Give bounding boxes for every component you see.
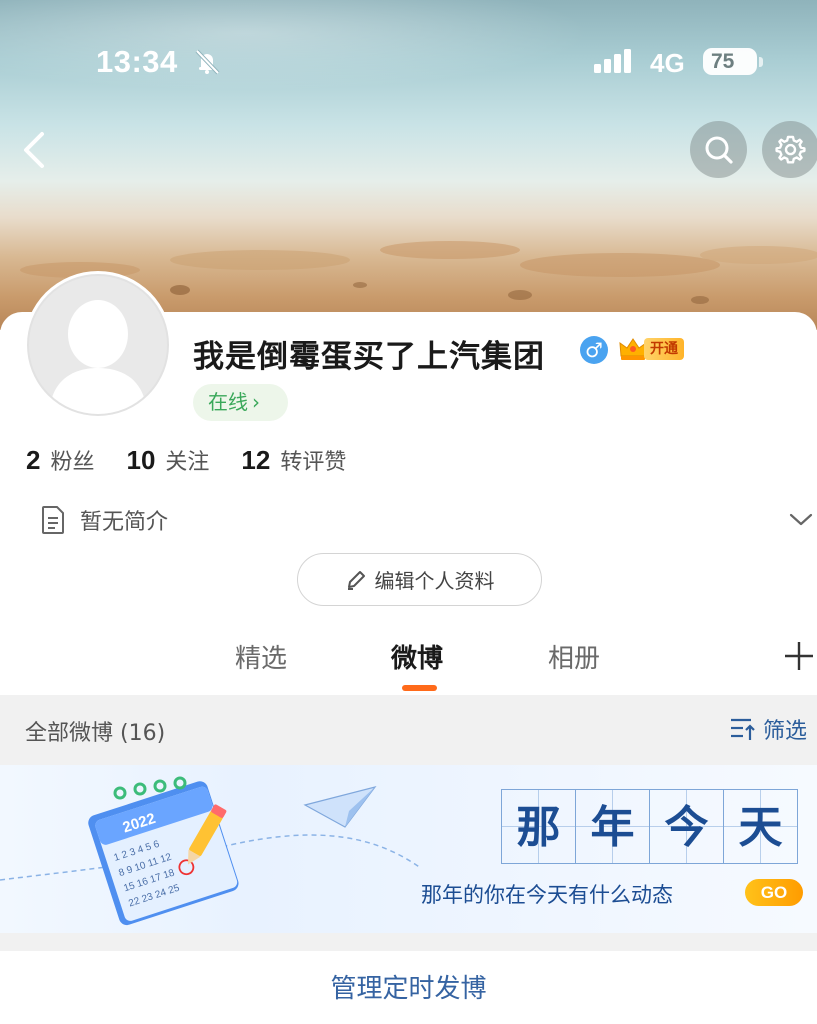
male-gender-icon: ♂: [580, 336, 608, 364]
feed-header: 全部微博 (16) 筛选: [0, 695, 817, 765]
online-status[interactable]: 在线 ›: [193, 384, 288, 421]
username: 我是倒霉蛋买了上汽集团: [193, 339, 545, 375]
back-button[interactable]: [18, 128, 54, 172]
title-char: 年: [575, 789, 650, 864]
title-char: 那: [501, 789, 576, 864]
battery-indicator: 75: [703, 48, 757, 75]
post-count: 全部微博 (16): [25, 721, 166, 746]
filter-button[interactable]: 筛选: [729, 713, 807, 745]
on-this-day-title: 那 年 今 天: [501, 789, 798, 864]
chevron-right-icon: ›: [252, 390, 260, 414]
sort-filter-icon: [731, 718, 755, 740]
battery-tip: [759, 57, 763, 67]
title-char: 天: [723, 789, 798, 864]
gear-icon: [775, 135, 806, 164]
bell-off-icon: [195, 49, 220, 75]
profile-tabs: 精选 微博 相册: [0, 630, 817, 694]
stat-label: 关注: [165, 450, 210, 475]
profile-stats: 2 粉丝 10 关注 12 转评赞: [26, 444, 378, 480]
calendar-illustration: 2022 1 2 3 4 5 6 8 9 10 11 12 15 16 17 1…: [0, 776, 420, 926]
on-this-day-subtitle: 那年的你在今天有什么动态: [421, 883, 673, 907]
tab-album[interactable]: 相册: [548, 638, 600, 675]
tab-weibo[interactable]: 微博: [391, 638, 443, 675]
stat-label: 粉丝: [50, 450, 95, 475]
filter-label: 筛选: [763, 719, 808, 744]
avatar[interactable]: [24, 271, 172, 419]
default-avatar-silhouette: [49, 300, 147, 414]
bio-row[interactable]: 暂无简介: [40, 503, 168, 537]
title-char: 今: [649, 789, 724, 864]
stat-value: 10: [126, 445, 156, 475]
signal-strength-icon: [594, 49, 631, 73]
network-type: 4G: [650, 48, 685, 78]
stat-value: 2: [26, 445, 41, 475]
plus-icon[interactable]: [783, 640, 815, 672]
stat-followers[interactable]: 2 粉丝: [26, 444, 94, 480]
document-icon: [42, 506, 64, 534]
go-button[interactable]: GO: [745, 879, 803, 906]
edit-profile-button[interactable]: 编辑个人资料: [297, 553, 542, 606]
paper-plane-icon: [303, 785, 377, 828]
online-status-label: 在线: [208, 390, 248, 414]
section-divider: [0, 933, 817, 951]
active-tab-indicator: [402, 685, 437, 691]
vip-badge[interactable]: 开通: [618, 336, 690, 362]
settings-button[interactable]: [762, 121, 817, 178]
manage-scheduled-posts-button[interactable]: 管理定时发博: [0, 951, 817, 1024]
chevron-down-icon[interactable]: [788, 508, 814, 530]
status-bar: 13:34 4G 75: [0, 0, 817, 125]
stat-following[interactable]: 10 关注: [126, 444, 209, 480]
bio-text: 暂无简介: [80, 510, 169, 535]
vip-open-label: 开通: [644, 338, 684, 360]
stat-interactions[interactable]: 12 转评赞: [241, 444, 346, 480]
stat-value: 12: [241, 445, 271, 475]
search-button[interactable]: [690, 121, 747, 178]
search-icon: [705, 136, 733, 164]
status-time: 13:34: [96, 44, 178, 79]
on-this-day-banner[interactable]: 2022 1 2 3 4 5 6 8 9 10 11 12 15 16 17 1…: [0, 765, 817, 933]
edit-profile-label: 编辑个人资料: [374, 569, 495, 593]
stat-label: 转评赞: [280, 450, 347, 475]
tab-featured[interactable]: 精选: [235, 638, 287, 675]
pencil-icon: [347, 570, 365, 590]
